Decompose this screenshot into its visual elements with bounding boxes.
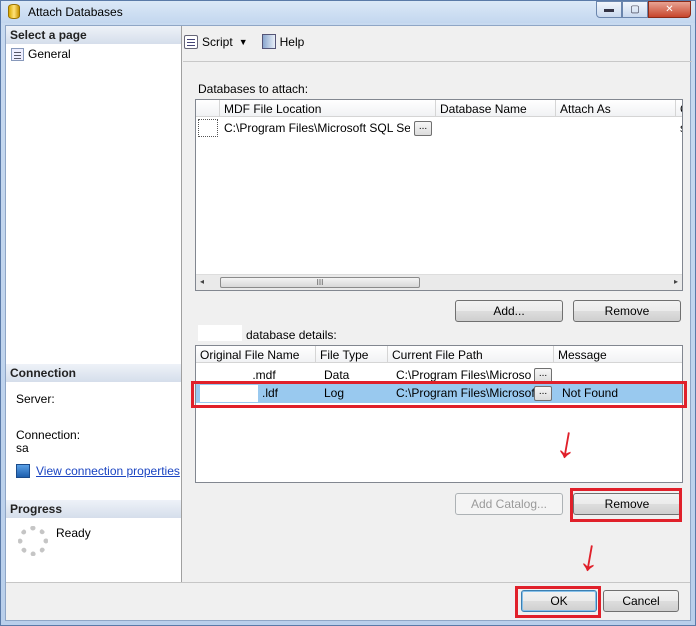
column-header[interactable]: Current File Path bbox=[388, 346, 554, 363]
add-catalog-button[interactable]: Add Catalog... bbox=[455, 493, 563, 515]
attach-as-cell[interactable] bbox=[556, 119, 676, 137]
highlight-box-ok bbox=[515, 586, 601, 618]
column-header[interactable]: File Type bbox=[316, 346, 388, 363]
horizontal-scrollbar[interactable]: ◂ III ▸ bbox=[196, 274, 682, 290]
connection-label: Connection: bbox=[16, 428, 81, 442]
database-name-cell[interactable] bbox=[436, 119, 556, 137]
scroll-left-icon[interactable]: ◂ bbox=[200, 277, 204, 286]
help-icon bbox=[261, 34, 276, 49]
progress-status: Ready bbox=[56, 526, 91, 540]
scroll-right-icon[interactable]: ▸ bbox=[674, 277, 678, 286]
select-page-header: Select a page bbox=[6, 26, 181, 44]
title-bar: Attach Databases ▬ ▢ ✕ bbox=[1, 1, 695, 23]
database-icon bbox=[8, 4, 20, 19]
script-icon bbox=[184, 34, 198, 49]
owner-cell[interactable]: s bbox=[676, 119, 682, 137]
column-header[interactable]: Message bbox=[554, 346, 682, 363]
highlight-box-ldf-row bbox=[191, 381, 687, 408]
attach-databases-window: Attach Databases ▬ ▢ ✕ Select a page Gen… bbox=[0, 0, 696, 626]
column-header[interactable]: Database Name bbox=[436, 100, 556, 117]
server-label: Server: bbox=[16, 392, 55, 406]
properties-icon bbox=[16, 464, 30, 478]
redacted-region bbox=[198, 325, 242, 341]
page-icon bbox=[11, 47, 24, 61]
caption-buttons: ▬ ▢ ✕ bbox=[596, 1, 691, 19]
script-label: Script bbox=[202, 34, 233, 49]
chevron-down-icon[interactable]: ▼ bbox=[239, 37, 248, 47]
column-header[interactable]: Original File Name bbox=[196, 346, 316, 363]
help-button[interactable]: Help bbox=[261, 34, 305, 49]
add-button[interactable]: Add... bbox=[455, 300, 563, 322]
browse-button[interactable]: ... bbox=[414, 121, 432, 136]
row-selector[interactable] bbox=[198, 119, 218, 137]
progress-spinner-icon bbox=[18, 526, 48, 556]
cancel-button[interactable]: Cancel bbox=[603, 590, 679, 612]
minimize-button[interactable]: ▬ bbox=[596, 1, 622, 18]
connection-value: sa bbox=[16, 441, 29, 455]
script-button[interactable]: Script ▼ bbox=[184, 34, 248, 49]
databases-to-attach-grid[interactable]: MDF File Location Database Name Attach A… bbox=[195, 99, 683, 291]
view-connection-properties-link[interactable]: View connection properties bbox=[36, 464, 180, 478]
left-pane: Select a page General Connection Server:… bbox=[6, 26, 182, 582]
progress-header: Progress bbox=[6, 500, 181, 518]
maximize-button[interactable]: ▢ bbox=[622, 1, 648, 18]
highlight-box-remove bbox=[570, 488, 682, 522]
help-label: Help bbox=[279, 34, 305, 49]
column-header[interactable]: O bbox=[676, 100, 682, 117]
toolbar: Script ▼ Help bbox=[184, 34, 304, 49]
toolbar-divider bbox=[183, 61, 692, 62]
scroll-thumb[interactable]: III bbox=[220, 277, 420, 288]
window-title: Attach Databases bbox=[28, 5, 123, 19]
page-item-label: General bbox=[28, 47, 71, 61]
connection-header: Connection bbox=[6, 364, 181, 382]
database-details-label: database details: bbox=[246, 328, 337, 342]
databases-to-attach-label: Databases to attach: bbox=[198, 82, 309, 96]
column-header[interactable]: Attach As bbox=[556, 100, 676, 117]
close-button[interactable]: ✕ bbox=[648, 1, 691, 18]
view-connection-properties[interactable]: View connection properties bbox=[16, 464, 180, 478]
mdf-location-cell[interactable]: C:\Program Files\Microsoft SQL Ser... bbox=[220, 119, 410, 137]
page-item-general[interactable]: General bbox=[11, 47, 71, 61]
remove-attach-button[interactable]: Remove bbox=[573, 300, 681, 322]
column-header[interactable]: MDF File Location bbox=[220, 100, 436, 117]
row-header-corner bbox=[196, 100, 220, 117]
database-details-grid[interactable]: Original File Name File Type Current Fil… bbox=[195, 345, 683, 483]
